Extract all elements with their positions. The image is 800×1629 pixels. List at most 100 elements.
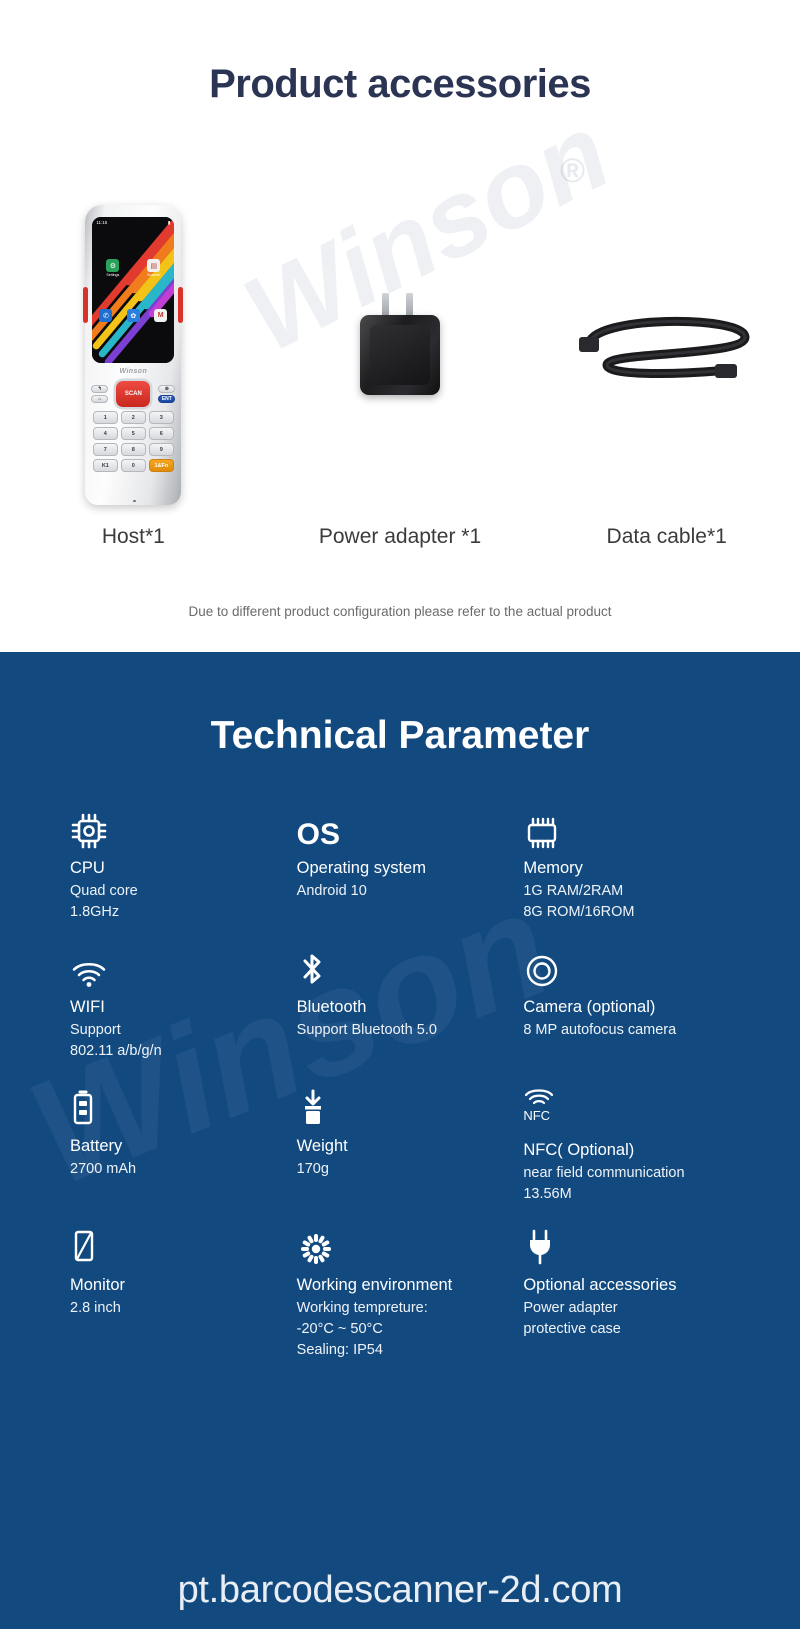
home-key[interactable]: ⌂ (91, 395, 109, 403)
spec-name: Weight (296, 1137, 348, 1155)
scan-button[interactable]: SCAN (116, 381, 151, 407)
spec-name: Bluetooth (296, 998, 367, 1016)
device-side-button-left (83, 287, 89, 323)
nfc-icon-label: NFC (523, 1108, 551, 1123)
spec-line: Sealing: IP54 (296, 1342, 383, 1359)
accessory-label-host: Host*1 (101, 525, 165, 548)
battery-icon (70, 1086, 287, 1128)
spec-name: Optional accessories (523, 1276, 677, 1294)
product-page: Winson ® Product accessories 11:15 ▮ ⚙ S… (0, 0, 800, 1629)
spec-name: Battery (70, 1137, 123, 1155)
spec-name: Camera (optional) (523, 998, 656, 1016)
power-adapter-image (354, 293, 446, 397)
monitor-screen-icon (70, 1225, 287, 1267)
technical-parameter-title: Technical Parameter (210, 714, 590, 757)
spec-line: 170g (296, 1161, 329, 1178)
spec-grid: CPU Quad core 1.8GHz OS Operating system… (60, 808, 740, 1364)
os-icon-label: OS (296, 818, 341, 851)
spec-line: 2700 mAh (70, 1161, 137, 1178)
wifi-icon (70, 947, 287, 989)
device-brand-label: Winson (119, 368, 148, 375)
app-scanner[interactable]: ▤ Scanner (143, 259, 165, 277)
key-4[interactable]: 4 (92, 427, 118, 440)
accessories-section: Winson ® Product accessories 11:15 ▮ ⚙ S… (0, 0, 800, 652)
status-time: 11:15 (96, 220, 108, 225)
device-screen: 11:15 ▮ ⚙ Settings ▤ Scanner ✆ ✿ M (92, 217, 175, 363)
cpu-chip-icon (70, 808, 287, 850)
key-fn[interactable]: 1&Fn (148, 459, 174, 472)
spec-bluetooth: Bluetooth Support Bluetooth 5.0 (287, 947, 514, 1086)
spec-name: NFC( Optional) (523, 1141, 635, 1159)
scan-button-area: ↰ ⌂ SCAN ⊗ ENT (91, 381, 176, 407)
battery-status-icon: ▮ (167, 219, 171, 225)
accessory-label-cable: Data cable*1 (606, 525, 727, 548)
spec-weight: Weight 170g (287, 1086, 514, 1225)
spec-optional-accessories: Optional accessories Power adapter prote… (513, 1225, 740, 1364)
weight-box-icon (297, 1086, 514, 1128)
key-5[interactable]: 5 (120, 427, 146, 440)
accessory-labels-row: Host*1 Power adapter *1 Data cable*1 (0, 525, 800, 549)
app-settings[interactable]: ⚙ Settings (102, 259, 124, 277)
key-k1[interactable]: K1 (92, 459, 118, 472)
spec-line: 13.56M (523, 1186, 572, 1203)
back-key[interactable]: ↰ (91, 385, 109, 393)
spec-working-environment: Working environment Working tempreture: … (287, 1225, 514, 1364)
spec-line: 802.11 a/b/g/n (70, 1043, 162, 1060)
key-8[interactable]: 8 (120, 443, 146, 456)
spec-line: 8 MP autofocus camera (523, 1022, 677, 1039)
device-app-row-2: ✆ ✿ M (92, 309, 174, 322)
right-function-keys: ⊗ ENT (158, 385, 176, 403)
key-2[interactable]: 2 (120, 411, 146, 424)
power-plug-icon (523, 1225, 740, 1267)
spec-name: Operating system (296, 859, 426, 877)
m-app-icon[interactable]: M (154, 309, 168, 322)
settings-gear-icon: ⚙ (106, 259, 120, 272)
key-0[interactable]: 0 (120, 459, 146, 472)
phone-icon[interactable]: ✆ (99, 309, 113, 322)
enter-key[interactable]: ENT (158, 395, 176, 403)
spec-line: 8G ROM/16ROM (523, 904, 635, 921)
spec-line: Quad core (70, 883, 138, 900)
adapter-face (370, 325, 430, 385)
keypad-row: 7 8 9 (91, 443, 175, 456)
adapter-body (360, 315, 440, 395)
site-url[interactable]: pt.barcodescanner-2d.com (178, 1569, 623, 1612)
left-function-keys: ↰ ⌂ (91, 385, 109, 403)
clear-key[interactable]: ⊗ (158, 385, 176, 393)
footer-bar: pt.barcodescanner-2d.com (0, 1552, 800, 1629)
usb-data-cable-image (577, 307, 757, 383)
accessory-image-cable (533, 185, 800, 505)
spec-line: 1.8GHz (70, 904, 120, 921)
accessory-label-adapter: Power adapter *1 (318, 525, 482, 548)
spec-line: 1G RAM/2RAM (523, 883, 624, 900)
device-keypad: ↰ ⌂ SCAN ⊗ ENT 1 2 3 4 5 6 7 8 9 K1 0 1&… (91, 381, 176, 499)
key-6[interactable]: 6 (148, 427, 174, 440)
key-9[interactable]: 9 (148, 443, 174, 456)
sun-burst-icon (297, 1225, 514, 1267)
keypad-row: 4 5 6 (91, 427, 175, 440)
device-side-button-right (178, 287, 184, 323)
key-3[interactable]: 3 (148, 411, 174, 424)
spec-line: Support (70, 1022, 121, 1039)
browser-icon[interactable]: ✿ (126, 309, 140, 322)
accessory-image-host: 11:15 ▮ ⚙ Settings ▤ Scanner ✆ ✿ M Winso… (0, 185, 267, 505)
key-1[interactable]: 1 (92, 411, 118, 424)
spec-cpu: CPU Quad core 1.8GHz (60, 808, 287, 947)
spec-line: Support Bluetooth 5.0 (296, 1022, 437, 1039)
bluetooth-icon (297, 947, 514, 989)
key-7[interactable]: 7 (92, 443, 118, 456)
microphone-dot (133, 499, 136, 502)
spec-camera: Camera (optional) 8 MP autofocus camera (513, 947, 740, 1086)
spec-name: Memory (523, 859, 583, 877)
scanner-icon: ▤ (147, 259, 161, 272)
spec-line: Working tempreture: (296, 1300, 428, 1317)
page-title: Product accessories (209, 62, 591, 106)
keypad-row: K1 0 1&Fn (91, 459, 175, 472)
memory-chip-icon (523, 808, 740, 850)
spec-line: protective case (523, 1321, 621, 1338)
spec-line: near field communication (523, 1165, 685, 1182)
spec-name: Monitor (70, 1276, 126, 1294)
device-app-row-1: ⚙ Settings ▤ Scanner (92, 259, 174, 277)
spec-name: CPU (70, 859, 105, 877)
spec-line: -20°C ~ 50°C (296, 1321, 383, 1338)
